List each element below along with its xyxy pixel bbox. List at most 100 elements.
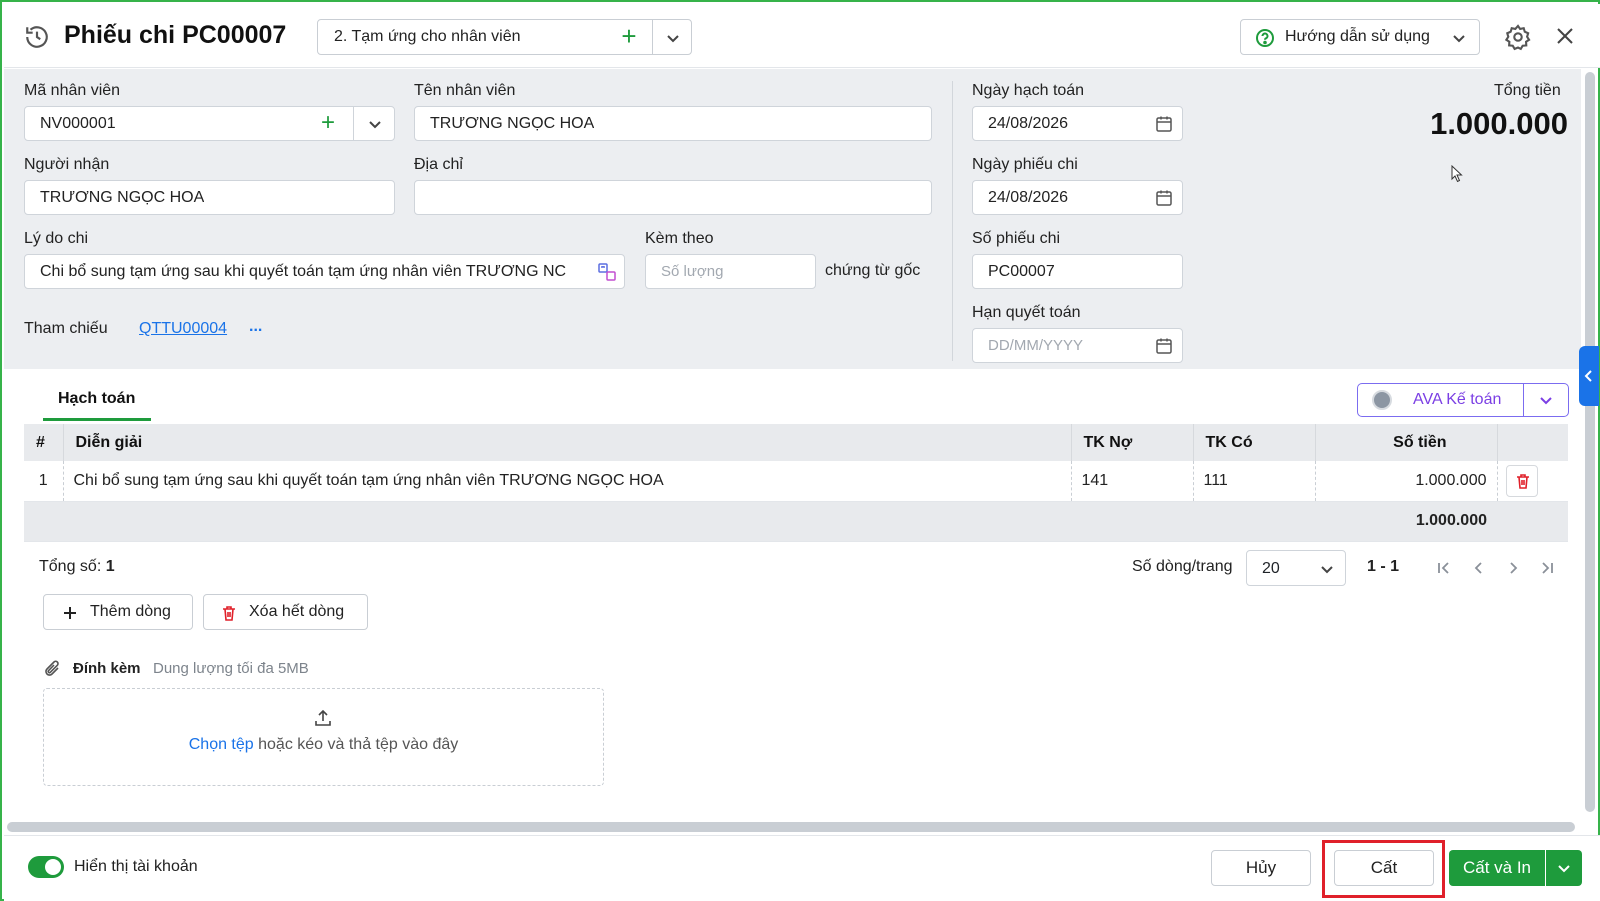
vertical-scrollbar[interactable] bbox=[1585, 72, 1595, 812]
voucher-no-value: PC00007 bbox=[988, 263, 1055, 280]
calendar-icon[interactable] bbox=[1155, 337, 1173, 355]
delete-row-button[interactable] bbox=[1505, 464, 1538, 497]
summary-cell bbox=[63, 501, 1071, 542]
receiver-label: Người nhận bbox=[24, 156, 110, 173]
gear-icon[interactable] bbox=[1504, 23, 1532, 51]
chevron-down-icon bbox=[1453, 35, 1465, 43]
receiver-field[interactable]: TRƯƠNG NGỌC HOA bbox=[24, 180, 395, 215]
file-drop-zone[interactable]: Chọn tệp hoặc kéo và thả tệp vào đây bbox=[43, 688, 604, 786]
voucher-type-value: 2. Tạm ứng cho nhân viên bbox=[334, 28, 521, 45]
reference-label: Tham chiếu bbox=[24, 320, 108, 337]
rows-per-page-select[interactable]: 20 bbox=[1246, 550, 1346, 586]
help-icon bbox=[1256, 29, 1274, 47]
employee-code-value: NV000001 bbox=[40, 115, 116, 132]
attachment-hint: Dung lượng tối đa 5MB bbox=[153, 660, 309, 677]
calendar-icon[interactable] bbox=[1155, 115, 1173, 133]
horizontal-scrollbar[interactable] bbox=[7, 822, 1575, 832]
table-row[interactable]: 1 Chi bổ sung tạm ứng sau khi quyết toán… bbox=[24, 461, 1568, 502]
row-amount[interactable]: 1.000.000 bbox=[1315, 461, 1498, 502]
col-header: TK Có bbox=[1193, 424, 1316, 461]
address-field[interactable] bbox=[414, 180, 932, 215]
attach-suffix: chứng từ gốc bbox=[825, 262, 921, 279]
row-debit-account[interactable]: 141 bbox=[1071, 461, 1194, 502]
count-value: 1 bbox=[105, 558, 115, 575]
save-options-dropdown[interactable] bbox=[1546, 850, 1582, 886]
plus-icon bbox=[64, 607, 76, 619]
voucher-no-label: Số phiếu chi bbox=[972, 230, 1061, 247]
first-page-icon[interactable] bbox=[1434, 558, 1454, 578]
side-panel-toggle[interactable] bbox=[1579, 346, 1599, 406]
attach-count-field[interactable]: Số lượng bbox=[645, 254, 816, 289]
reason-field[interactable]: Chi bổ sung tạm ứng sau khi quyết toán t… bbox=[24, 254, 625, 289]
receiver-value: TRƯƠNG NGỌC HOA bbox=[40, 189, 205, 206]
choose-file-link[interactable]: Chọn tệp bbox=[189, 736, 254, 753]
col-header: # bbox=[24, 424, 64, 461]
row-credit-account[interactable]: 111 bbox=[1193, 461, 1316, 502]
show-accounts-label: Hiển thị tài khoản bbox=[74, 858, 198, 875]
total-label: Tổng tiền bbox=[1494, 82, 1561, 99]
next-page-icon[interactable] bbox=[1503, 558, 1523, 578]
cancel-button[interactable]: Hủy bbox=[1211, 850, 1311, 886]
col-header: Diễn giải bbox=[63, 424, 1072, 461]
employee-code-field[interactable]: NV000001 + bbox=[24, 106, 395, 141]
translate-icon[interactable] bbox=[597, 262, 617, 282]
guide-button[interactable]: Hướng dẫn sử dụng bbox=[1240, 19, 1480, 55]
chevron-down-icon bbox=[1321, 566, 1333, 574]
divider bbox=[353, 107, 354, 140]
due-date-placeholder: DD/MM/YYYY bbox=[988, 337, 1084, 354]
divider bbox=[1523, 384, 1524, 416]
attach-count-placeholder: Số lượng bbox=[661, 263, 724, 280]
chevron-down-icon[interactable] bbox=[365, 114, 385, 134]
history-icon[interactable] bbox=[24, 24, 50, 50]
table-summary-row: 1.000.000 bbox=[24, 501, 1568, 542]
tab-label: Hạch toán bbox=[58, 390, 136, 407]
divider bbox=[952, 81, 953, 361]
chevron-left-icon bbox=[1584, 370, 1592, 382]
row-number: 1 bbox=[24, 461, 64, 502]
address-label: Địa chỉ bbox=[414, 156, 463, 173]
summary-cell bbox=[1071, 501, 1193, 542]
chevron-down-icon bbox=[1558, 865, 1570, 873]
voucher-date-field[interactable]: 24/08/2026 bbox=[972, 180, 1183, 215]
last-page-icon[interactable] bbox=[1537, 558, 1557, 578]
add-row-button[interactable]: Thêm dòng bbox=[43, 594, 193, 630]
delete-all-rows-label: Xóa hết dòng bbox=[249, 603, 345, 620]
drop-hint: hoặc kéo và thả tệp vào đây bbox=[253, 736, 459, 753]
divider bbox=[652, 20, 653, 54]
reference-more[interactable]: ... bbox=[249, 318, 262, 336]
add-row-label: Thêm dòng bbox=[90, 603, 171, 620]
row-description[interactable]: Chi bổ sung tạm ứng sau khi quyết toán t… bbox=[63, 461, 1072, 502]
close-icon[interactable] bbox=[1553, 24, 1577, 48]
col-header: Số tiền bbox=[1315, 424, 1498, 461]
chevron-down-icon[interactable] bbox=[663, 28, 683, 48]
save-button[interactable]: Cất bbox=[1334, 850, 1434, 886]
footer: Hiển thị tài khoản Hủy Cất Cất và In bbox=[4, 835, 1600, 901]
add-type-icon[interactable]: + bbox=[616, 23, 642, 50]
voucher-type-select[interactable]: 2. Tạm ứng cho nhân viên + bbox=[317, 19, 692, 55]
show-accounts-toggle[interactable] bbox=[28, 856, 64, 878]
posting-date-label: Ngày hạch toán bbox=[972, 82, 1085, 99]
due-date-field[interactable]: DD/MM/YYYY bbox=[972, 328, 1183, 363]
save-and-print-button[interactable]: Cất và In bbox=[1449, 850, 1545, 886]
posting-date-field[interactable]: 24/08/2026 bbox=[972, 106, 1183, 141]
prev-page-icon[interactable] bbox=[1469, 558, 1489, 578]
row-actions bbox=[1497, 461, 1568, 502]
reference-link[interactable]: QTTU00004 bbox=[139, 320, 227, 338]
voucher-no-field[interactable]: PC00007 bbox=[972, 254, 1183, 289]
employee-name-value: TRƯƠNG NGỌC HOA bbox=[430, 115, 595, 132]
table-header: # Diễn giải TK Nợ TK Có Số tiền bbox=[24, 424, 1568, 461]
total-count: Tổng số: 1 bbox=[39, 558, 115, 576]
window-frame: Phiếu chi PC00007 2. Tạm ứng cho nhân vi… bbox=[0, 0, 1600, 901]
delete-all-rows-button[interactable]: Xóa hết dòng bbox=[203, 594, 368, 630]
employee-name-field[interactable]: TRƯƠNG NGỌC HOA bbox=[414, 106, 932, 141]
count-label: Tổng số: bbox=[39, 558, 102, 575]
chevron-down-icon[interactable] bbox=[1536, 390, 1556, 410]
summary-amount: 1.000.000 bbox=[1315, 501, 1497, 542]
calendar-icon[interactable] bbox=[1155, 189, 1173, 207]
trash-icon bbox=[223, 606, 235, 621]
ava-accountant-button[interactable]: AVA Kế toán bbox=[1357, 383, 1569, 417]
reason-label: Lý do chi bbox=[24, 230, 89, 247]
add-employee-icon[interactable]: + bbox=[321, 109, 335, 137]
tab-accounting[interactable]: Hạch toán bbox=[43, 381, 151, 421]
summary-cell bbox=[24, 501, 63, 542]
